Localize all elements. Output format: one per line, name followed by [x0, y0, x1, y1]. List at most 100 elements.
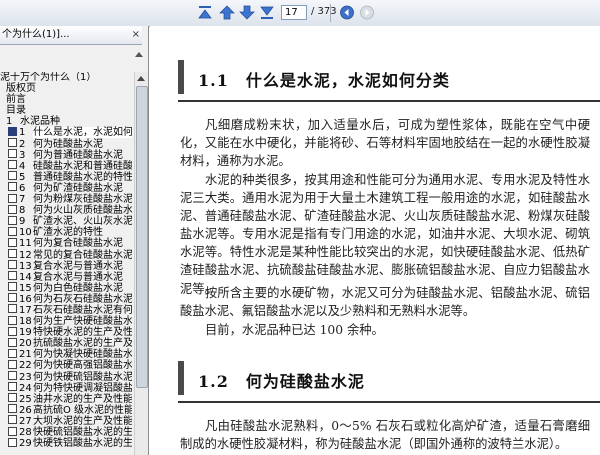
- bookmark-number: 10: [19, 227, 32, 239]
- bookmark-label: 何为石灰石硅酸盐水泥: [33, 293, 132, 305]
- bookmark-item[interactable]: 20抗硫酸盐水泥的生产及: [0, 337, 132, 349]
- bookmark-number: 18: [19, 316, 32, 328]
- bookmark-number: 25: [19, 393, 32, 405]
- scroll-up-arrow-icon[interactable]: [137, 76, 145, 81]
- bookmark-page-icon: [8, 348, 17, 358]
- bookmark-item[interactable]: 9 矿渣水泥、火山灰水泥: [0, 215, 132, 228]
- bookmark-tree: 泥十万个为什么（1） 版权页 前言 目录 1 水泥品种 1 什么是水泥，水泥如何分 2 何为硅酸盐…: [0, 72, 132, 455]
- bookmark-label: 何为粉煤灰硅酸盐水泥: [33, 194, 132, 206]
- heading-rule: [178, 401, 600, 403]
- next-page-icon[interactable]: [238, 4, 256, 21]
- bookmark-page-icon: [8, 282, 17, 292]
- bookmark-page-icon: [8, 359, 17, 369]
- bookmark-page-icon: [8, 215, 17, 225]
- bookmark-label: 版权页: [6, 83, 36, 95]
- bookmark-label: 何为复合硅酸盐水泥: [33, 238, 123, 250]
- scrollbar-thumb[interactable]: [136, 86, 148, 388]
- bookmark-label: 何为白色硅酸盐水泥: [33, 282, 123, 294]
- bookmark-item[interactable]: 21何为快凝快硬硅酸盐水: [0, 348, 132, 361]
- bookmark-label: 何为快凝快硬硅酸盐水: [33, 349, 132, 361]
- bookmark-number: 16: [19, 293, 32, 305]
- bookmark-item[interactable]: 19特快硬水泥的生产及性: [0, 326, 132, 339]
- bookmark-item[interactable]: 25油井水泥的生产及性能: [0, 393, 132, 405]
- close-tab-icon[interactable]: ×: [132, 26, 140, 44]
- section-title: 1.2 何为硅酸盐水泥: [198, 372, 365, 391]
- bookmark-label: 矿渣水泥、火山灰水泥: [33, 216, 132, 228]
- bookmark-number: 23: [19, 371, 32, 383]
- bookmark-item[interactable]: 7 何为粉煤灰硅酸盐水泥: [0, 193, 132, 206]
- bookmark-label: 石灰石硅酸盐水泥有何: [33, 304, 132, 316]
- bookmark-item[interactable]: 28快硬硫铝酸盐水泥的生: [0, 426, 132, 438]
- bookmark-label: 高抗硫O 级水泥的性能: [33, 404, 132, 416]
- bookmark-label: 大坝水泥的生产及性能: [33, 415, 132, 427]
- bookmark-page-icon: [8, 126, 17, 136]
- bookmark-item[interactable]: 8 何为火山灰质硅酸盐水: [0, 204, 132, 216]
- bookmark-label: 快硬铁铝酸盐水泥的生: [33, 438, 132, 450]
- bookmark-label: 前言: [6, 94, 26, 106]
- bookmark-page-icon: [8, 293, 17, 303]
- page-number-input[interactable]: [281, 5, 307, 20]
- bookmark-item[interactable]: 23何为快硬硫铝酸盐水泥: [0, 371, 132, 383]
- bookmark-label: 矿渣水泥的特性: [33, 227, 103, 239]
- last-page-icon[interactable]: [258, 4, 276, 21]
- bookmark-number: 17: [19, 304, 32, 316]
- bookmark-page-icon: [8, 326, 17, 336]
- bookmark-item[interactable]: 29快硬铁铝酸盐水泥的生: [0, 437, 132, 450]
- first-page-icon[interactable]: [196, 4, 214, 21]
- document-page: 1.1 什么是水泥，水泥如何分类 凡细磨成粉末状，加入适量水后，可成为塑性浆体，…: [150, 26, 600, 455]
- bookmark-item[interactable]: 17石灰石硅酸盐水泥有何: [0, 304, 132, 316]
- bookmark-number: 2: [19, 138, 26, 150]
- bookmark-item[interactable]: 6 何为矿渣硅酸盐水泥: [0, 182, 132, 194]
- bookmark-label: 水泥品种: [20, 116, 60, 128]
- bookmark-item[interactable]: 27大坝水泥的生产及性能: [0, 415, 132, 427]
- bookmark-item[interactable]: 2 何为硅酸盐水泥: [0, 138, 132, 150]
- document-tab[interactable]: 个为什么(1)]... ×: [0, 26, 142, 45]
- bookmark-item[interactable]: 13复合水泥与普通水泥: [0, 260, 132, 272]
- paragraph: 水泥的种类很多，按其用途和性能可分为通用水泥、专用水泥及特性水泥三大类。通用水泥…: [180, 173, 590, 296]
- bookmark-item[interactable]: 1 什么是水泥，水泥如何分: [0, 126, 132, 139]
- bookmark-number: 9: [19, 216, 26, 228]
- bookmark-item[interactable]: 26高抗硫O 级水泥的性能: [0, 404, 132, 416]
- bookmark-item[interactable]: 泥十万个为什么（1）: [0, 72, 132, 83]
- bookmark-item[interactable]: 15何为白色硅酸盐水泥: [0, 282, 132, 294]
- bookmark-number: 26: [19, 404, 32, 416]
- panel-scroll-up-icon[interactable]: [132, 46, 146, 58]
- toolbar-separator: [330, 4, 331, 22]
- bookmark-label: 何为矿渣硅酸盐水泥: [33, 182, 123, 194]
- bookmark-number: 11: [19, 238, 32, 250]
- bookmark-page-icon: [8, 315, 17, 325]
- bookmark-item[interactable]: 4 硅酸盐水泥和普通硅酸: [0, 160, 132, 172]
- bookmark-item[interactable]: 12常见的复合硅酸盐水泥: [0, 249, 132, 261]
- bookmark-page-icon: [8, 193, 17, 203]
- bookmark-label: 何为普通硅酸盐水泥: [33, 149, 123, 161]
- bookmark-number: 3: [19, 149, 26, 161]
- bookmark-item[interactable]: 14复合水泥与普通水泥: [0, 271, 132, 283]
- bookmark-item[interactable]: 3 何为普通硅酸盐水泥: [0, 149, 132, 161]
- forward-icon[interactable]: [358, 4, 376, 21]
- bookmark-item[interactable]: 5 普通硅酸盐水泥的特性: [0, 171, 132, 183]
- bookmark-number: 19: [19, 327, 32, 339]
- bookmark-number: 7: [19, 194, 26, 206]
- paragraph: 按所含主要的水硬矿物，水泥又可分为硅酸盐水泥、铝酸盐水泥、硫铝酸盐水泥、氟铝酸盐…: [180, 286, 590, 319]
- bookmark-label: 特快硬水泥的生产及性: [33, 327, 132, 339]
- bookmark-item[interactable]: 11何为复合硅酸盐水泥: [0, 237, 132, 250]
- bookmark-item[interactable]: 18何为生产快硬硅酸盐水: [0, 315, 132, 328]
- bookmark-item[interactable]: 24何为特快硬调凝铝酸盐: [0, 382, 132, 394]
- bookmark-item[interactable]: 前言: [0, 94, 132, 105]
- bookmark-item[interactable]: 1 水泥品种: [0, 116, 132, 127]
- bookmark-page-icon: [8, 226, 17, 236]
- bookmark-label: 泥十万个为什么（1）: [0, 72, 97, 83]
- bookmark-item[interactable]: 目录: [0, 105, 132, 116]
- bookmark-page-icon: [8, 160, 17, 170]
- bookmark-label: 什么是水泥，水泥如何分: [33, 127, 132, 139]
- bookmark-label: 何为生产快硬硅酸盐水: [33, 316, 132, 328]
- bookmark-item[interactable]: 版权页: [0, 83, 132, 94]
- paragraph: 凡由硅酸盐水泥熟料，0～5% 石灰石或粒化高炉矿渣，适量石膏磨细制成的水硬性胶凝…: [180, 419, 590, 452]
- paragraph: 凡细磨成粉末状，加入适量水后，可成为塑性浆体，既能在空气中硬化，又能在水中硬化，…: [180, 118, 590, 169]
- prev-page-icon[interactable]: [218, 4, 236, 21]
- bookmark-item[interactable]: 16何为石灰石硅酸盐水泥: [0, 293, 132, 305]
- bookmark-item[interactable]: 22何为快硬高强铝酸盐水: [0, 359, 132, 371]
- bookmark-item[interactable]: 10矿渣水泥的特性: [0, 226, 132, 239]
- bookmark-scrollbar[interactable]: [134, 72, 148, 455]
- back-icon[interactable]: [338, 4, 356, 21]
